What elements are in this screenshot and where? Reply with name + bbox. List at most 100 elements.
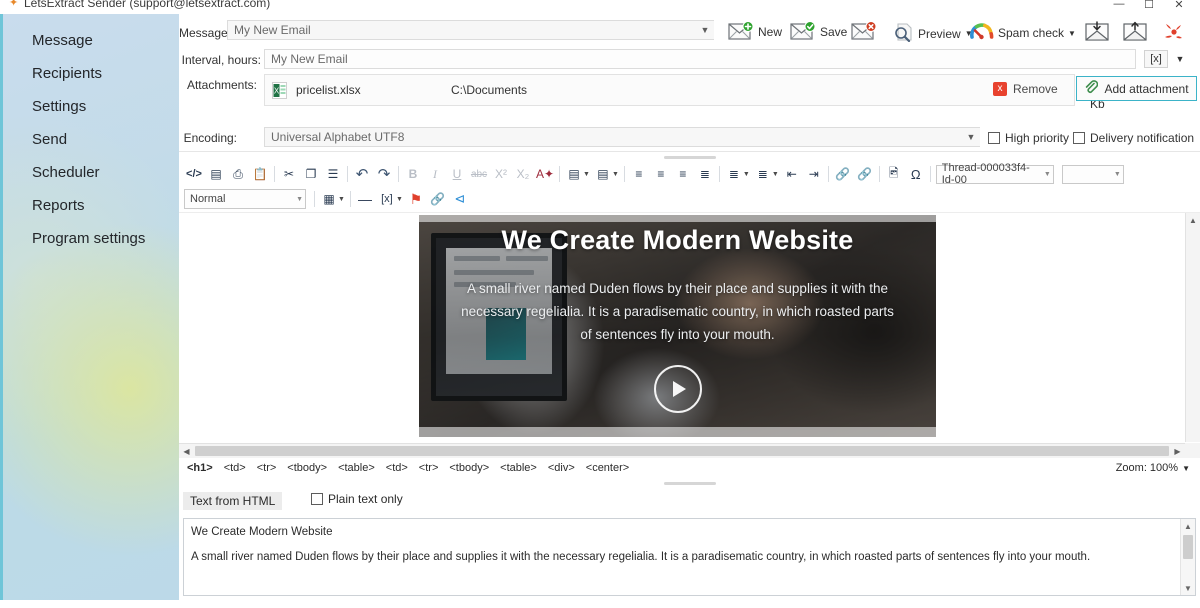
encoding-dropdown-arrow[interactable]: ▼ bbox=[962, 128, 980, 146]
plain-text-area[interactable]: We Create Modern Website A small river n… bbox=[183, 518, 1196, 596]
align-left-icon[interactable]: ≡ bbox=[628, 164, 650, 185]
spam-check-button[interactable]: Spam check ▼ bbox=[970, 22, 1076, 44]
background-color-icon[interactable]: ▤ bbox=[592, 164, 614, 185]
macro-dropdown-arrow[interactable]: ▼ bbox=[1171, 50, 1189, 68]
scroll-up-arrow-icon[interactable]: ▲ bbox=[1181, 519, 1195, 533]
underline-icon[interactable]: U bbox=[446, 164, 468, 185]
share-icon[interactable]: ⊲ bbox=[449, 189, 471, 210]
unlink-icon[interactable]: 🔗 bbox=[854, 164, 876, 185]
insert-macro-icon[interactable]: [x] bbox=[376, 189, 398, 210]
align-center-icon[interactable]: ≡ bbox=[650, 164, 672, 185]
horizontal-rule-icon[interactable]: — bbox=[354, 189, 376, 210]
insert-image-icon[interactable]: 🖻 bbox=[883, 164, 905, 185]
macro-caret-icon[interactable]: ▼ bbox=[396, 189, 403, 210]
table-caret-icon[interactable]: ▼ bbox=[338, 189, 345, 210]
scroll-thumb[interactable] bbox=[1183, 535, 1193, 559]
play-button-icon[interactable] bbox=[653, 365, 702, 413]
path-tag[interactable]: <table> bbox=[500, 462, 537, 474]
path-tag[interactable]: <td> bbox=[224, 462, 246, 474]
scroll-down-arrow-icon[interactable]: ▼ bbox=[1181, 581, 1195, 595]
redo-icon[interactable]: ↷ bbox=[373, 164, 395, 185]
import-message-button[interactable] bbox=[1084, 21, 1110, 45]
sidebar-item-scheduler[interactable]: Scheduler bbox=[3, 156, 179, 189]
outdent-icon[interactable]: ⇤ bbox=[781, 164, 803, 185]
numbered-list-caret-icon[interactable]: ▼ bbox=[743, 164, 750, 185]
encoding-select[interactable] bbox=[264, 127, 980, 147]
delivery-notification-checkbox[interactable]: Delivery notification bbox=[1073, 131, 1194, 145]
align-justify-icon[interactable]: ≣ bbox=[694, 164, 716, 185]
superscript-icon[interactable]: X² bbox=[490, 164, 512, 185]
source-code-icon[interactable]: </> bbox=[183, 164, 205, 185]
hero-banner[interactable]: We Create Modern Website A small river n… bbox=[419, 215, 936, 437]
remove-attachment-button[interactable]: x Remove bbox=[993, 82, 1058, 96]
message-select-input[interactable] bbox=[227, 20, 714, 40]
numbered-list-icon[interactable]: ≣ bbox=[723, 164, 745, 185]
save-button[interactable]: Save bbox=[790, 22, 847, 41]
italic-icon[interactable]: I bbox=[424, 164, 446, 185]
text-from-html-button[interactable]: Text from HTML bbox=[183, 492, 283, 510]
indent-icon[interactable]: ⇥ bbox=[803, 164, 825, 185]
export-message-button[interactable] bbox=[1122, 21, 1148, 45]
sidebar-item-message[interactable]: Message bbox=[3, 24, 179, 57]
insert-table-icon[interactable]: ▦ bbox=[318, 189, 340, 210]
flag-icon[interactable]: ⚑ bbox=[405, 189, 427, 210]
subscript-icon[interactable]: X₂ bbox=[512, 164, 534, 185]
sidebar-item-settings[interactable]: Settings bbox=[3, 90, 179, 123]
high-priority-checkbox[interactable]: High priority bbox=[988, 131, 1069, 145]
path-tag[interactable]: <tbody> bbox=[287, 462, 327, 474]
path-tag[interactable]: <h1> bbox=[187, 462, 213, 474]
help-button[interactable] bbox=[1162, 21, 1186, 46]
special-character-icon[interactable]: Ω bbox=[905, 164, 927, 185]
strikethrough-icon[interactable]: abc bbox=[468, 164, 490, 185]
path-tag[interactable]: <tr> bbox=[419, 462, 439, 474]
scroll-thumb[interactable] bbox=[195, 446, 1169, 456]
preview-button[interactable]: Preview ▼ bbox=[892, 22, 973, 45]
close-button[interactable]: ✕ bbox=[1164, 0, 1194, 12]
editor-vertical-scrollbar[interactable]: ▲ bbox=[1185, 213, 1200, 442]
maximize-button[interactable]: ☐ bbox=[1134, 0, 1164, 12]
minimize-button[interactable]: — bbox=[1104, 0, 1134, 12]
undo-icon[interactable]: ↶ bbox=[351, 164, 373, 185]
bullet-list-caret-icon[interactable]: ▼ bbox=[772, 164, 779, 185]
copy-icon[interactable]: ❐ bbox=[300, 164, 322, 185]
cut-icon[interactable]: ✂ bbox=[278, 164, 300, 185]
print-icon[interactable]: ⎙ bbox=[227, 164, 249, 185]
splitter-bottom[interactable] bbox=[179, 478, 1200, 488]
editor-horizontal-scrollbar[interactable]: ◀ ▶ bbox=[179, 443, 1185, 458]
background-color-caret-icon[interactable]: ▼ bbox=[612, 164, 619, 185]
empty-select[interactable]: ▼ bbox=[1061, 164, 1124, 184]
anchor-link-icon[interactable]: 🔗 bbox=[427, 189, 449, 210]
html-editor[interactable]: We Create Modern Website A small river n… bbox=[179, 212, 1200, 458]
sidebar-item-recipients[interactable]: Recipients bbox=[3, 57, 179, 90]
link-icon[interactable]: 🔗 bbox=[832, 164, 854, 185]
align-right-icon[interactable]: ≡ bbox=[672, 164, 694, 185]
chevron-down-icon[interactable]: ▼ bbox=[1182, 464, 1190, 473]
editor-canvas[interactable]: We Create Modern Website A small river n… bbox=[182, 215, 1184, 442]
new-button[interactable]: New bbox=[728, 22, 782, 41]
scroll-up-arrow-icon[interactable]: ▲ bbox=[1186, 213, 1200, 228]
sidebar-item-reports[interactable]: Reports bbox=[3, 189, 179, 222]
scroll-right-arrow-icon[interactable]: ▶ bbox=[1170, 447, 1185, 456]
text-color-icon[interactable]: ▤ bbox=[563, 164, 585, 185]
attachment-list[interactable]: X pricelist.xlsx C:\Documents 7 Kb bbox=[264, 74, 1105, 111]
scroll-left-arrow-icon[interactable]: ◀ bbox=[179, 447, 194, 456]
chevron-down-icon[interactable]: ▼ bbox=[1068, 29, 1076, 38]
plain-text-scrollbar[interactable]: ▲ ▼ bbox=[1180, 519, 1195, 595]
path-tag[interactable]: <table> bbox=[338, 462, 375, 474]
clear-formatting-icon[interactable]: A✦ bbox=[534, 164, 556, 185]
plain-text-only-checkbox[interactable]: Plain text only bbox=[311, 492, 403, 506]
path-tag[interactable]: <div> bbox=[548, 462, 575, 474]
path-tag[interactable]: <td> bbox=[386, 462, 408, 474]
paragraph-style-select[interactable]: Normal ▼ bbox=[184, 189, 306, 209]
splitter-top[interactable] bbox=[179, 152, 1200, 162]
sidebar-item-program-settings[interactable]: Program settings bbox=[3, 222, 179, 255]
add-attachment-button[interactable]: Add attachment bbox=[1076, 76, 1197, 101]
sidebar-item-send[interactable]: Send bbox=[3, 123, 179, 156]
paste-icon[interactable]: 📋 bbox=[249, 164, 271, 185]
path-tag[interactable]: <tr> bbox=[257, 462, 277, 474]
macro-insert-button[interactable]: [x] bbox=[1144, 50, 1168, 68]
interval-input[interactable] bbox=[264, 49, 1136, 69]
thread-select[interactable]: Thread-000033f4-Id-00 ▼ bbox=[935, 162, 1054, 186]
delete-mail-button[interactable] bbox=[851, 22, 877, 41]
text-color-caret-icon[interactable]: ▼ bbox=[583, 164, 590, 185]
